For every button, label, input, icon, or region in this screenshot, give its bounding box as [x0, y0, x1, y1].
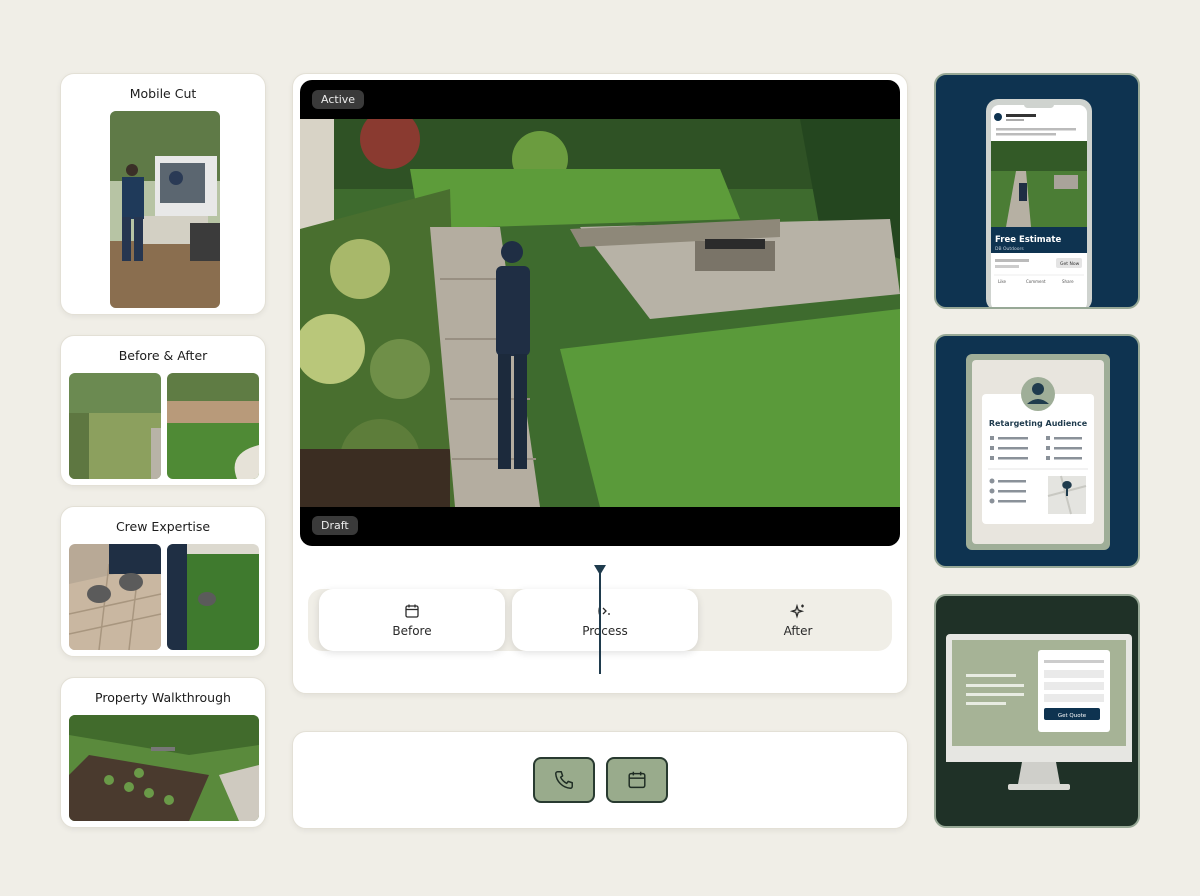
clip-title: Property Walkthrough	[95, 690, 231, 705]
segment-process[interactable]: Process	[512, 589, 698, 651]
draft-chip: Draft	[312, 516, 358, 535]
garden-walkthrough-frame	[300, 119, 900, 507]
landing-page-preview[interactable]: Get Quote	[934, 594, 1140, 828]
retargeting-audience-preview[interactable]: Retargeting Audience	[934, 334, 1140, 568]
social-action-share[interactable]: Share	[1062, 279, 1074, 284]
retargeting-title: Retargeting Audience	[989, 419, 1088, 428]
playhead-handle[interactable]	[594, 565, 606, 575]
clip-title: Before & After	[118, 348, 208, 363]
clip-card-before-after[interactable]: Before & After	[60, 335, 266, 486]
segment-before[interactable]: Before	[319, 589, 505, 651]
clip-title: Mobile Cut	[129, 86, 197, 101]
social-ad-subline: DB Outdoors	[995, 246, 1024, 252]
clip-card-crew-expertise[interactable]: Crew Expertise	[60, 506, 266, 657]
crew-paving-photo	[69, 544, 161, 650]
calendar-icon	[628, 771, 646, 789]
skid-steer-photo	[110, 111, 220, 308]
segment-label: After	[783, 623, 813, 638]
social-ad-cta[interactable]: Get Now	[1060, 261, 1080, 267]
clip-title: Crew Expertise	[115, 519, 211, 534]
segment-after[interactable]: After	[705, 589, 891, 651]
playhead[interactable]	[599, 570, 601, 674]
after-photo	[167, 373, 259, 479]
action-card	[292, 731, 908, 829]
drone-photo	[69, 715, 259, 821]
landing-cta-button[interactable]: Get Quote	[1058, 713, 1087, 719]
clip-card-property-walkthrough[interactable]: Property Walkthrough	[60, 677, 266, 828]
before-photo	[69, 373, 161, 479]
video-preview[interactable]: Active Draft	[300, 80, 900, 546]
phone-icon	[555, 771, 573, 789]
clip-card-mobile-cut[interactable]: Mobile Cut	[60, 73, 266, 315]
social-action-like[interactable]: Like	[998, 279, 1007, 284]
active-chip: Active	[312, 90, 365, 109]
crew-trimming-photo	[167, 544, 259, 650]
call-button[interactable]	[533, 757, 595, 803]
segment-label: Before	[392, 623, 432, 638]
sparkle-icon	[790, 603, 805, 619]
social-action-comment[interactable]: Comment	[1026, 279, 1046, 284]
calendar-icon	[405, 604, 419, 618]
social-ad-headline: Free Estimate	[995, 235, 1061, 245]
segment-label: Process	[582, 623, 628, 638]
social-ad-preview[interactable]: Free Estimate DB Outdoors Get Now Like C…	[934, 73, 1140, 309]
schedule-button[interactable]	[606, 757, 668, 803]
